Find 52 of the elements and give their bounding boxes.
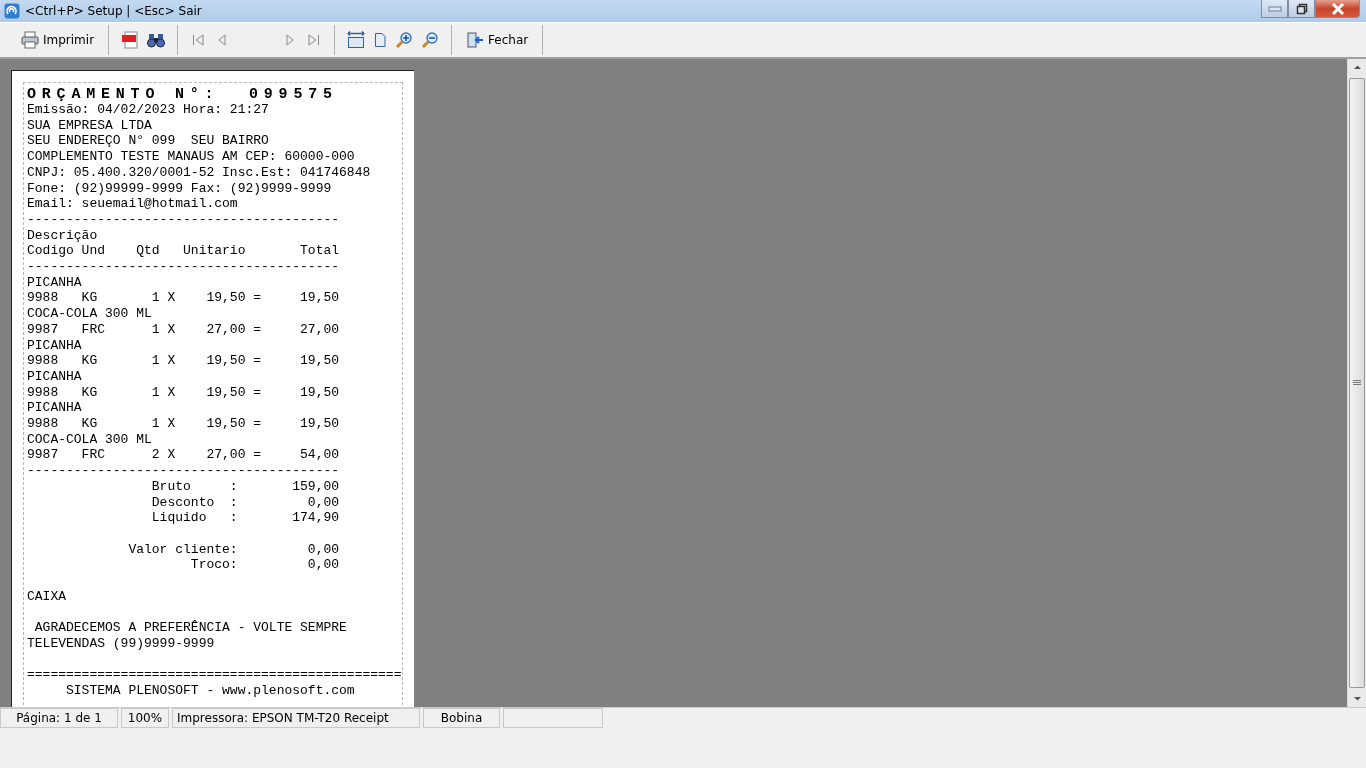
app-icon <box>4 3 20 19</box>
receipt-line: Desconto : 0,00 <box>150 494 340 511</box>
receipt-line: Liquido : 174,90 <box>150 510 340 526</box>
receipt-line: SUA EMPRESA LTDA <box>27 117 152 134</box>
window-title: <Ctrl+P> Setup | <Esc> Sair <box>25 4 202 18</box>
receipt-line: COCA-COLA 300 ML <box>27 306 152 322</box>
receipt-line: AGRADECEMOS A PREFERÊNCIA - VOLTE SEMPRE <box>33 620 347 636</box>
status-panel: Bobina <box>423 708 500 728</box>
restore-icon <box>1295 2 1308 15</box>
status-panel: 100% <box>121 708 169 728</box>
receipt-line: 9988 KG 1 X 19,50 = 19,50 <box>27 384 340 401</box>
status-panel: Impressora: EPSON TM-T20 Receipt <box>172 708 420 728</box>
receipt-line: COMPLEMENTO TESTE MANAUS AM CEP: 60000-000 <box>27 149 355 165</box>
receipt-line: PICANHA <box>27 400 82 417</box>
receipt-line: COCA-COLA 300 ML <box>27 431 152 448</box>
receipt-line: SEU ENDEREÇO N° 099 SEU BAIRRO <box>27 133 269 150</box>
receipt-line: Descrição <box>27 227 98 244</box>
receipt-line: Email: seuemail@hotmail.com <box>27 196 238 212</box>
separator-line: ---------------------------------------- <box>27 211 340 228</box>
receipt-line: 9988 KG 1 X 19,50 = 19,50 <box>27 353 340 369</box>
grip-icon <box>1353 380 1361 386</box>
receipt-line: Bruto : 159,00 <box>150 478 340 495</box>
receipt-line: Fone: (92)99999-9999 Fax: (92)9999-9999 <box>27 180 332 197</box>
separator-line: ---------------------------------------- <box>27 463 340 479</box>
receipt-title: ORÇAMENTO N°: 099575 <box>27 86 338 103</box>
receipt-line: PICANHA <box>27 274 82 291</box>
receipt-line: 9987 FRC 1 X 27,00 = 27,00 <box>27 321 340 338</box>
receipt-line: Codigo Und Qtd Unitario Total <box>27 243 340 260</box>
separator-line: ================================================ <box>27 667 402 683</box>
receipt-line: PICANHA <box>27 368 82 385</box>
print-button[interactable]: Imprimir <box>17 28 99 52</box>
receipt-line: 9988 KG 1 X 19,50 = 19,50 <box>27 290 340 307</box>
receipt-line: 9988 KG 1 X 19,50 = 19,50 <box>27 416 340 432</box>
restore-button[interactable] <box>1288 0 1315 18</box>
printer-icon <box>21 31 39 49</box>
separator-line: ---------------------------------------- <box>27 259 340 275</box>
close-icon <box>1330 2 1345 15</box>
vertical-scrollbar[interactable] <box>1347 59 1366 707</box>
receipt-line: CNPJ: 05.400.320/0001-52 Insc.Est: 041746848 <box>27 164 371 181</box>
close-button[interactable] <box>1315 0 1360 18</box>
receipt-line: PICANHA <box>27 337 82 354</box>
receipt-line: 9987 FRC 2 X 27,00 = 54,00 <box>27 447 340 464</box>
receipt-line: Troco: 0,00 <box>189 557 340 574</box>
receipt-line: TELEVENDAS (99)9999-9999 <box>27 635 215 652</box>
door-icon <box>466 31 485 49</box>
status-panel: Página: 1 de 1 <box>0 708 118 728</box>
receipt-line: SISTEMA PLENOSOFT - www.plenosoft.com <box>65 682 355 699</box>
receipt-line: CAIXA <box>27 588 66 605</box>
close-preview-button[interactable]: Fechar <box>462 28 533 52</box>
receipt-line: Valor cliente: 0,00 <box>127 541 340 558</box>
minimize-icon <box>1267 5 1282 12</box>
receipt-line: Emissão: 04/02/2023 Hora: 21:27 <box>27 102 269 118</box>
